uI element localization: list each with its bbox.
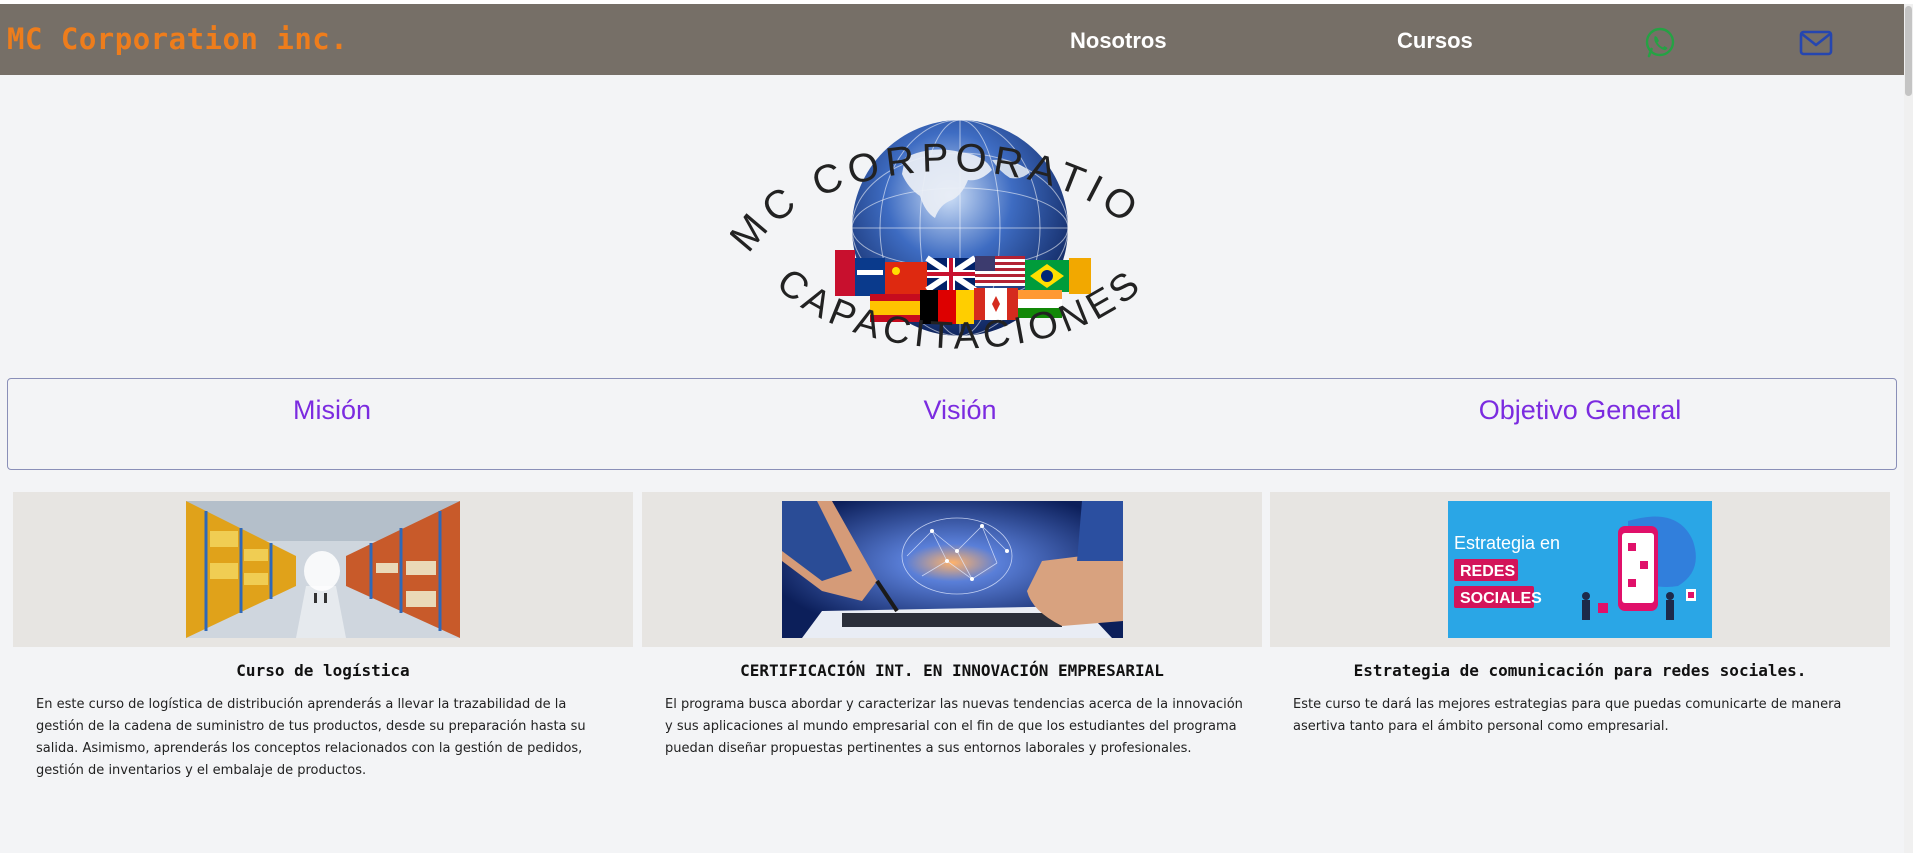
course-description: En este curso de logística de distribuci… <box>36 697 586 778</box>
social-image-line2: REDES <box>1460 563 1515 580</box>
course-image-frame <box>13 492 633 647</box>
innovation-image <box>781 501 1123 638</box>
course-image-frame <box>642 492 1262 647</box>
page-scrollbar[interactable] <box>1904 4 1913 853</box>
tab-objetivo-general[interactable]: Objetivo General <box>1264 395 1896 426</box>
whatsapp-icon[interactable] <box>1642 25 1678 61</box>
social-media-image: Estrategia en REDES SOCIALES <box>1448 501 1712 638</box>
company-logo: MC CORPORATION CAPACITACIONES <box>730 100 1146 358</box>
course-description: El programa busca abordar y caracterizar… <box>665 697 1243 756</box>
brand-title[interactable]: MC Corporation inc. <box>7 22 348 56</box>
tab-mision[interactable]: Misión <box>8 395 656 426</box>
navbar: MC Corporation inc. Nosotros Cursos <box>0 4 1904 75</box>
nav-link-nosotros[interactable]: Nosotros <box>1070 28 1167 54</box>
course-title: Estrategia de comunicación para redes so… <box>1353 661 1807 680</box>
course-card-logistica[interactable]: Curso de logística En este curso de logí… <box>13 492 633 782</box>
about-tabs: Misión Visión Objetivo General <box>7 378 1897 470</box>
warehouse-image <box>186 501 460 638</box>
scrollbar-thumb[interactable] <box>1905 6 1912 96</box>
course-title: Curso de logística <box>236 661 410 680</box>
nav-link-cursos[interactable]: Cursos <box>1397 28 1473 54</box>
course-image-frame: Estrategia en REDES SOCIALES <box>1270 492 1890 647</box>
social-image-line1: Estrategia en <box>1454 533 1560 553</box>
course-card-innovacion[interactable]: CERTIFICACIÓN INT. EN INNOVACIÓN EMPRESA… <box>642 492 1262 760</box>
tab-vision[interactable]: Visión <box>636 395 1284 426</box>
mail-icon[interactable] <box>1798 25 1834 61</box>
course-title: CERTIFICACIÓN INT. EN INNOVACIÓN EMPRESA… <box>740 661 1164 680</box>
course-description: Este curso te dará las mejores estrategi… <box>1293 697 1842 734</box>
social-image-line3: SOCIALES <box>1460 590 1542 607</box>
course-card-redes-sociales[interactable]: Estrategia en REDES SOCIALES Estrategia … <box>1270 492 1890 738</box>
